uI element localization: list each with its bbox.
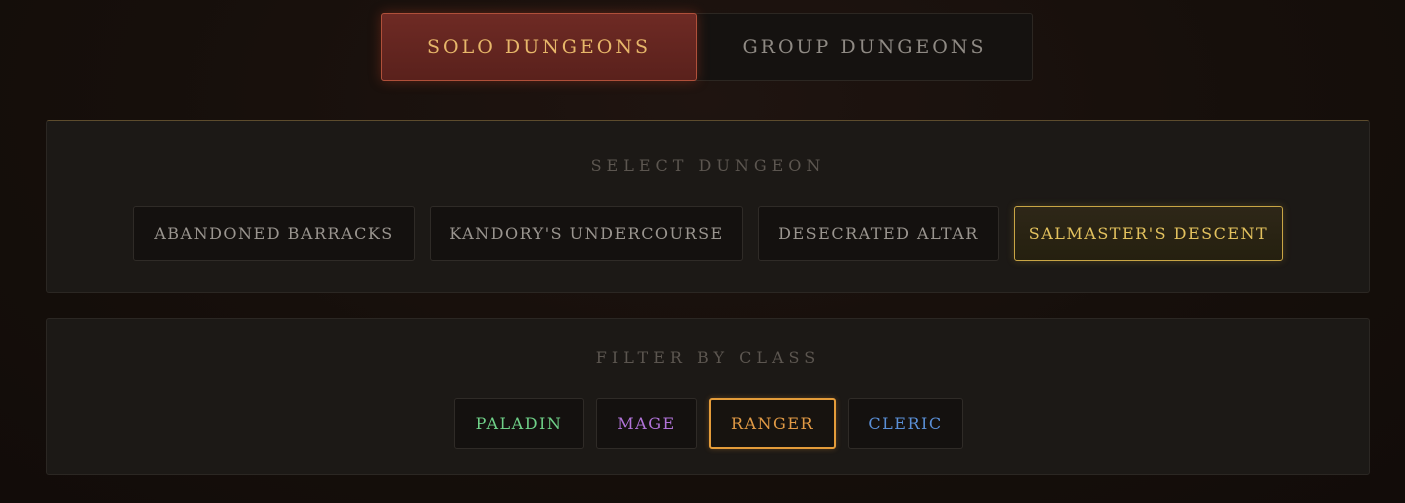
tab-group-dungeons[interactable]: GROUP DUNGEONS — [697, 14, 1032, 80]
select-dungeon-panel: SELECT DUNGEON ABANDONED BARRACKS KANDOR… — [46, 120, 1370, 293]
dungeon-option-abandoned-barracks[interactable]: ABANDONED BARRACKS — [133, 206, 415, 261]
filter-by-class-panel: FILTER BY CLASS PALADIN MAGE RANGER CLER… — [46, 318, 1370, 475]
dungeon-option-kandorys-undercourse[interactable]: KANDORY'S UNDERCOURSE — [430, 206, 743, 261]
class-filter-cleric[interactable]: CLERIC — [848, 398, 963, 449]
dungeon-option-desecrated-altar[interactable]: DESECRATED ALTAR — [758, 206, 999, 261]
dungeon-option-salmasters-descent[interactable]: SALMASTER'S DESCENT — [1014, 206, 1283, 261]
class-filter-ranger[interactable]: RANGER — [709, 398, 836, 449]
dungeon-mode-tabs: SOLO DUNGEONS GROUP DUNGEONS — [381, 13, 1033, 81]
select-dungeon-heading: SELECT DUNGEON — [590, 156, 826, 175]
tab-solo-dungeons[interactable]: SOLO DUNGEONS — [381, 13, 697, 81]
class-filter-paladin[interactable]: PALADIN — [454, 398, 584, 449]
filter-by-class-heading: FILTER BY CLASS — [595, 348, 821, 367]
class-filter-mage[interactable]: MAGE — [596, 398, 697, 449]
